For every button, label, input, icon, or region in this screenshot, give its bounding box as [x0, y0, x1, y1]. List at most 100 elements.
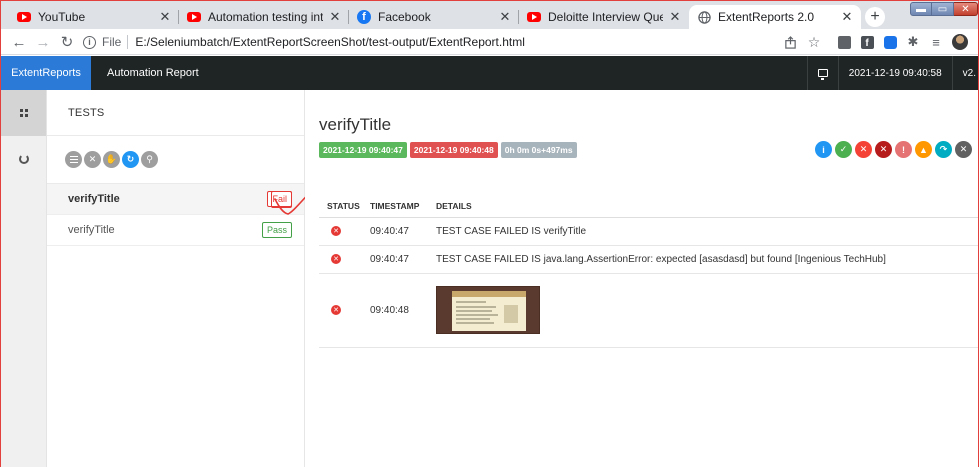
skip-filter-button[interactable]: ↷ — [935, 141, 952, 158]
close-icon[interactable]: ✕ — [841, 9, 853, 25]
puzzle-extensions-icon[interactable]: ✱ — [905, 34, 921, 50]
window-controls: ▬ ▭ ✕ — [910, 2, 978, 16]
filter-all-button[interactable] — [65, 151, 82, 168]
browser-tab-facebook[interactable]: f Facebook ✕ — [349, 5, 519, 29]
scheme-label: File — [102, 35, 122, 49]
back-arrow-icon[interactable]: ← — [9, 32, 29, 52]
extension-blue-icon[interactable] — [882, 34, 898, 50]
fail-status-icon: ✕ — [331, 254, 341, 264]
refresh-button[interactable]: ↻ — [122, 151, 139, 168]
check-icon: ✓ — [839, 144, 848, 154]
test-item[interactable]: verifyTitle Fail — [47, 184, 304, 215]
hand-icon: ✋ — [105, 154, 118, 164]
close-icon[interactable]: ✕ — [159, 9, 171, 25]
bookmark-star-icon[interactable]: ☆ — [806, 34, 822, 50]
skip-arrow-icon: ↷ — [939, 144, 948, 154]
status-column-header: STATUS — [319, 195, 362, 218]
facebook-icon: f — [357, 10, 371, 24]
step-details: TEST CASE FAILED IS java.lang.AssertionE… — [428, 245, 978, 274]
side-rail — [1, 90, 47, 467]
youtube-icon — [187, 10, 201, 24]
new-tab-button[interactable]: + — [865, 7, 885, 27]
status-badge: Pass — [261, 222, 292, 238]
table-row: ✕ 09:40:47 TEST CASE FAILED IS verifyTit… — [319, 217, 978, 246]
browser-tab-automation[interactable]: Automation testing interview qu ✕ — [179, 5, 349, 29]
refresh-icon: ↻ — [126, 154, 135, 164]
tab-title: ExtentReports 2.0 — [718, 10, 815, 24]
fatal-filter-button[interactable]: ✕ — [875, 141, 892, 158]
x-icon: ✕ — [879, 144, 888, 154]
test-detail-pane: verifyTitle 2021-12-19 09:40:47 2021-12-… — [305, 90, 978, 467]
browser-toolbar: ← → ↻ i File E:/Seleniumbatch/ExtentRepo… — [1, 29, 978, 55]
test-title: verifyTitle — [319, 115, 392, 134]
extension-1-icon[interactable] — [836, 34, 852, 50]
tests-pane: TESTS ✕ ✋ ↻ ⚲ verifyTitle Fail verifyTit… — [47, 90, 305, 467]
test-name: verifyTitle — [68, 193, 120, 205]
tab-title: Facebook — [378, 10, 431, 24]
filter-category-button[interactable]: ✋ — [103, 151, 120, 168]
profile-avatar-icon[interactable] — [952, 34, 968, 50]
dashboard-nav-item[interactable] — [1, 90, 46, 136]
filter-status-button[interactable]: ✕ — [84, 151, 101, 168]
extension-facebook-icon[interactable]: f — [859, 34, 875, 50]
table-row: ✕ 09:40:47 TEST CASE FAILED IS java.lang… — [319, 245, 978, 274]
duration-badge: 0h 0m 0s+497ms — [500, 142, 577, 158]
close-icon[interactable]: ✕ — [669, 9, 681, 25]
tab-title: YouTube — [38, 10, 86, 24]
report-version: v2. — [951, 56, 978, 90]
x-icon: ✕ — [88, 154, 97, 164]
start-time-badge: 2021-12-19 09:40:47 — [319, 142, 407, 158]
app-navbar: ExtentReports Automation Report 2021-12-… — [1, 56, 978, 90]
youtube-icon — [17, 10, 31, 24]
error-filter-button[interactable]: ! — [895, 141, 912, 158]
pass-filter-button[interactable]: ✓ — [835, 141, 852, 158]
browser-tab-strip: YouTube ✕ Automation testing interview q… — [1, 1, 978, 29]
timestamp-column-header: TIMESTAMP — [362, 195, 428, 218]
reading-list-icon[interactable]: ≡ — [928, 34, 944, 50]
search-icon: ⚲ — [146, 154, 153, 164]
close-icon[interactable]: ✕ — [329, 9, 341, 25]
clear-filter-button[interactable]: ✕ — [955, 141, 972, 158]
step-timestamp: 09:40:47 — [362, 217, 428, 246]
annotation-box — [271, 191, 292, 208]
address-bar[interactable]: i File E:/Seleniumbatch/ExtentReportScre… — [83, 32, 853, 52]
info-icon: i — [822, 144, 825, 155]
test-item[interactable]: verifyTitle Pass — [47, 215, 304, 246]
end-time-badge: 2021-12-19 09:40:48 — [409, 142, 498, 158]
info-icon[interactable]: i — [83, 35, 96, 49]
brand-logo[interactable]: ExtentReports — [1, 56, 91, 90]
analytics-nav-item[interactable] — [1, 136, 46, 182]
warning-filter-button[interactable]: ▲ — [915, 141, 932, 158]
search-button[interactable]: ⚲ — [141, 151, 158, 168]
monitor-icon[interactable] — [806, 56, 838, 90]
url-text[interactable]: E:/Seleniumbatch/ExtentReportScreenShot/… — [135, 35, 525, 49]
minimize-icon[interactable]: ▬ — [910, 2, 932, 16]
window-close-icon[interactable]: ✕ — [954, 2, 978, 16]
list-icon — [69, 156, 78, 163]
status-filter-buttons: i ✓ ✕ ✕ ! ▲ ↷ ✕ — [815, 141, 972, 158]
browser-tab-youtube[interactable]: YouTube ✕ — [9, 5, 179, 29]
close-icon[interactable]: ✕ — [499, 9, 511, 25]
fail-status-icon: ✕ — [331, 226, 341, 236]
info-filter-button[interactable]: i — [815, 141, 832, 158]
test-name: verifyTitle — [68, 224, 115, 236]
maximize-icon[interactable]: ▭ — [932, 2, 954, 16]
navbar-right: 2021-12-19 09:40:58 v2. — [806, 56, 978, 90]
warning-icon: ▲ — [919, 144, 928, 155]
grid-icon — [19, 109, 28, 117]
browser-tab-deloitte[interactable]: Deloitte Interview Question for ✕ — [519, 5, 689, 29]
report-timestamp: 2021-12-19 09:40:58 — [837, 56, 952, 90]
close-icon: ✕ — [959, 144, 968, 154]
share-icon[interactable] — [782, 34, 798, 50]
failure-screenshot-thumbnail[interactable] — [436, 286, 540, 334]
reload-icon[interactable]: ↻ — [57, 32, 77, 52]
forward-arrow-icon[interactable]: → — [33, 32, 53, 52]
browser-tab-extentreports[interactable]: ExtentReports 2.0 ✕ — [689, 5, 861, 29]
x-icon: ✕ — [859, 144, 868, 154]
fail-filter-button[interactable]: ✕ — [855, 141, 872, 158]
test-filters: ✕ ✋ ↻ ⚲ — [47, 136, 304, 184]
globe-icon — [697, 10, 711, 24]
step-details: TEST CASE FAILED IS verifyTitle — [428, 217, 978, 246]
youtube-icon — [527, 10, 541, 24]
report-title: Automation Report — [107, 67, 199, 79]
